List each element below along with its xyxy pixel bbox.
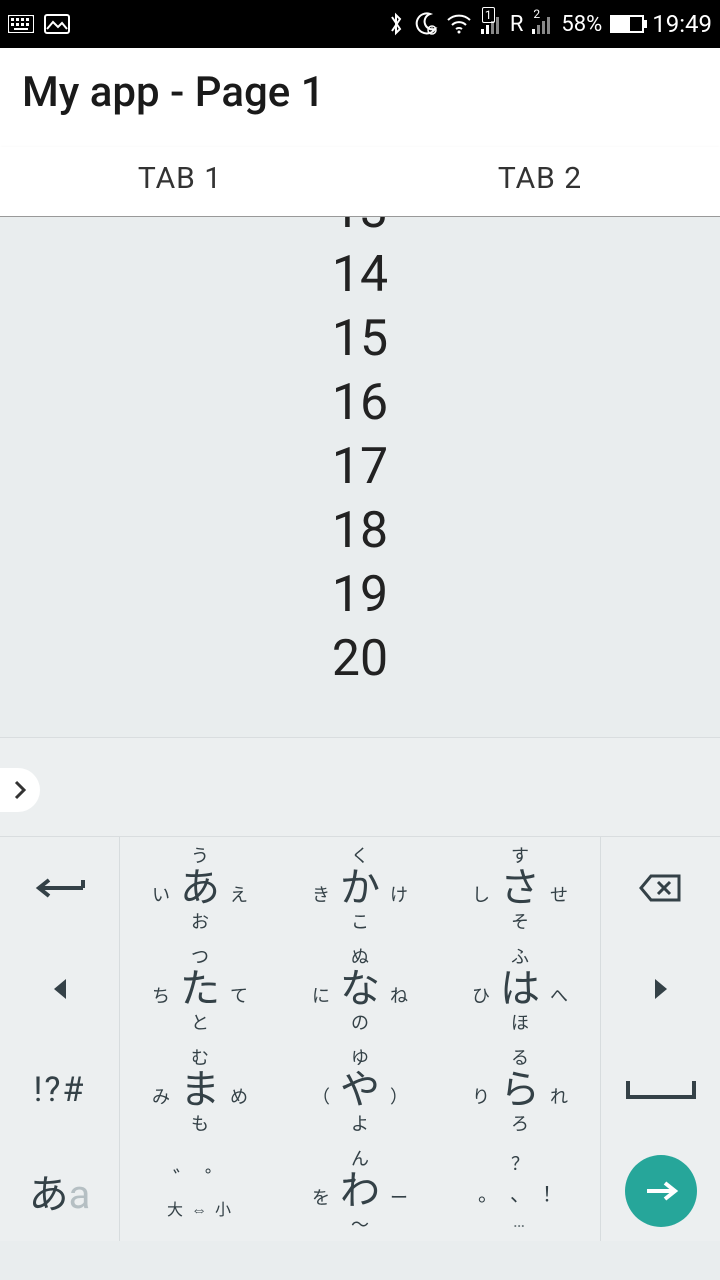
language-switch-key[interactable]: あa	[0, 1140, 120, 1241]
clock: 19:49	[652, 10, 712, 38]
roaming-indicator: R	[510, 12, 524, 37]
list-item: 16	[332, 371, 388, 435]
dnd-moon-icon	[412, 11, 438, 37]
key-wa[interactable]: ん をわー 〜	[280, 1140, 440, 1241]
cursor-right-key[interactable]	[600, 938, 720, 1039]
list-item: 17	[332, 435, 388, 499]
chevron-right-icon	[13, 779, 27, 801]
symbols-key[interactable]: !?#	[0, 1039, 120, 1140]
cursor-left-key[interactable]	[0, 938, 120, 1039]
key-na[interactable]: ぬ になね の	[280, 938, 440, 1039]
list-item: 19	[332, 563, 388, 627]
wifi-icon	[446, 14, 472, 34]
picture-icon	[44, 14, 70, 34]
reverse-tab-key[interactable]	[0, 837, 120, 938]
sim1-badge: 1	[482, 7, 495, 23]
key-punct[interactable]: ？ 。 、 ！ …	[440, 1140, 600, 1241]
key-ra[interactable]: る りられ ろ	[440, 1039, 600, 1140]
status-bar: 1 R 2 58% 19:49	[0, 0, 720, 48]
sim2-badge: 2	[533, 7, 540, 21]
key-ha[interactable]: ふ ひはへ ほ	[440, 938, 600, 1039]
key-a[interactable]: う いあえ お	[120, 837, 280, 938]
keyboard-icon	[8, 15, 34, 33]
tab-1[interactable]: TAB 1	[0, 147, 360, 216]
list-item: 20	[332, 627, 388, 691]
triangle-right-icon	[651, 976, 671, 1002]
left-arrow-tail-icon	[35, 878, 85, 898]
signal-sim1-icon: 1	[480, 13, 502, 35]
list-item: 18	[332, 499, 388, 563]
key-dakuten[interactable]: ゛ ゜ 大 ⇔ 小	[120, 1140, 280, 1241]
key-ta[interactable]: つ ちたて と	[120, 938, 280, 1039]
list-item: 13	[332, 217, 388, 243]
list-item: 14	[332, 243, 388, 307]
enter-key[interactable]	[600, 1140, 720, 1241]
battery-percent: 58%	[561, 12, 602, 37]
triangle-left-icon	[50, 976, 70, 1002]
content-scroll[interactable]: 13 14 15 16 17 18 19 20	[0, 217, 720, 737]
tab-2[interactable]: TAB 2	[360, 147, 720, 216]
keyboard: う いあえ お く きかけ こ す しさせ そ つ ちたて と ぬ になね の …	[0, 837, 720, 1241]
expand-suggestions-button[interactable]	[0, 768, 40, 812]
backspace-key[interactable]	[600, 837, 720, 938]
list-item: 15	[332, 307, 388, 371]
battery-icon	[610, 15, 644, 33]
space-key[interactable]	[600, 1039, 720, 1140]
key-ya[interactable]: ゆ （や） よ	[280, 1039, 440, 1140]
app-bar: My app - Page 1	[0, 48, 720, 147]
suggestion-strip	[0, 737, 720, 837]
key-ka[interactable]: く きかけ こ	[280, 837, 440, 938]
signal-sim2-icon: 2	[531, 13, 553, 35]
tab-bar: TAB 1 TAB 2	[0, 147, 720, 217]
page-title: My app - Page 1	[22, 68, 698, 117]
key-ma[interactable]: む みまめ も	[120, 1039, 280, 1140]
bluetooth-icon	[388, 11, 404, 37]
key-sa[interactable]: す しさせ そ	[440, 837, 600, 938]
space-icon	[626, 1081, 696, 1099]
enter-icon	[625, 1155, 697, 1227]
backspace-icon	[639, 873, 683, 903]
